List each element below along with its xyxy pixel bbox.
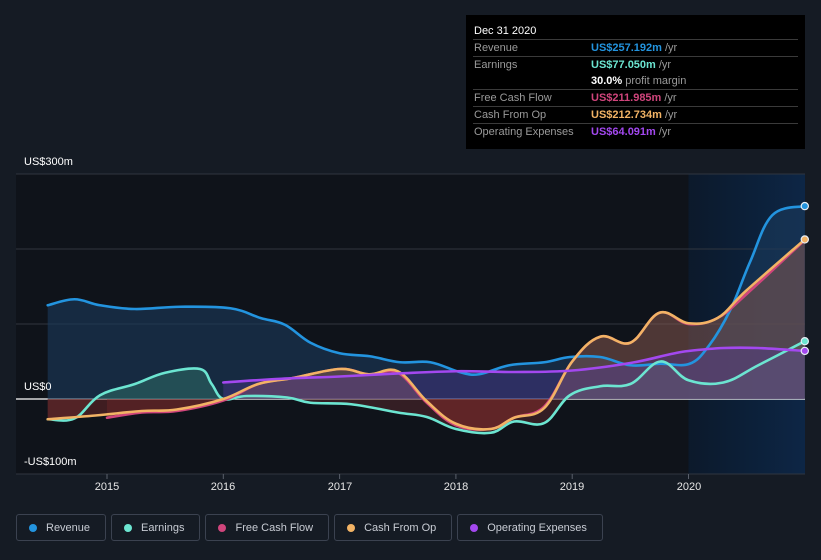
operating-expenses-dot-icon xyxy=(470,523,479,532)
tooltip-value: US$77.050m xyxy=(591,59,656,71)
tooltip-unit: /yr xyxy=(658,126,672,138)
earnings-end-marker xyxy=(800,337,810,346)
x-tick-label-2019: 2019 xyxy=(559,481,585,493)
legend: Revenue Earnings Free Cash Flow Cash Fro… xyxy=(16,514,603,541)
x-tick-label-2016: 2016 xyxy=(210,481,236,493)
legend-label: Earnings xyxy=(141,521,185,534)
tooltip-label: Earnings xyxy=(474,59,518,71)
tooltip-row-revenue: Revenue US$257.192m /yr xyxy=(473,39,798,56)
y-tick-label-minus-100: -US$100m xyxy=(24,456,77,468)
operating-expenses-end-marker xyxy=(800,346,810,356)
y-tick-label-0: US$0 xyxy=(24,381,52,393)
tooltip-unit: /yr xyxy=(664,42,678,54)
tooltip: Dec 31 2020 Revenue US$257.192m /yr Earn… xyxy=(466,15,805,149)
tooltip-value: US$64.091m xyxy=(591,126,656,138)
tooltip-label: Revenue xyxy=(474,42,519,54)
tooltip-label: Free Cash Flow xyxy=(474,92,552,104)
earnings-dot-icon xyxy=(124,523,133,532)
legend-item-cash-from-op[interactable]: Cash From Op xyxy=(334,514,453,541)
x-tick-label-2017: 2017 xyxy=(327,481,353,493)
tooltip-date: Dec 31 2020 xyxy=(474,25,537,37)
tooltip-unit: /yr xyxy=(658,59,672,71)
tooltip-value: 30.0% xyxy=(591,75,623,87)
tooltip-row-operating-expenses: Operating Expenses US$64.091m /yr xyxy=(473,123,798,140)
revenue-dot-icon xyxy=(29,523,37,532)
tooltip-row-free-cash-flow: Free Cash Flow US$211.985m /yr xyxy=(473,89,798,106)
tooltip-value: US$212.734m xyxy=(591,109,662,121)
cash-from-op-dot-icon xyxy=(347,523,356,532)
tooltip-unit: /yr xyxy=(664,109,678,121)
revenue-end-marker xyxy=(800,201,810,211)
cash-from-op-end-marker xyxy=(800,235,810,244)
x-tick-label-2018: 2018 xyxy=(443,481,469,493)
y-tick-label-300: US$300m xyxy=(24,156,73,168)
legend-label: Revenue xyxy=(46,521,91,534)
tooltip-label: Cash From Op xyxy=(474,109,547,121)
tooltip-unit: profit margin xyxy=(625,75,687,87)
tooltip-value: US$211.985m xyxy=(591,92,662,104)
legend-label: Cash From Op xyxy=(364,521,437,534)
legend-item-free-cash-flow[interactable]: Free Cash Flow xyxy=(205,514,330,541)
legend-item-operating-expenses[interactable]: Operating Expenses xyxy=(457,514,603,541)
legend-item-revenue[interactable]: Revenue xyxy=(16,514,107,541)
tooltip-row-profit-margin: 30.0% profit margin xyxy=(473,73,798,89)
x-tick-label-2015: 2015 xyxy=(94,481,120,493)
legend-label: Operating Expenses xyxy=(487,521,587,534)
tooltip-row-cash-from-op: Cash From Op US$212.734m /yr xyxy=(473,106,798,123)
tooltip-value: US$257.192m xyxy=(591,42,662,54)
tooltip-label: Operating Expenses xyxy=(474,126,574,138)
free-cash-flow-dot-icon xyxy=(218,523,227,532)
legend-item-earnings[interactable]: Earnings xyxy=(111,514,201,541)
tooltip-row-earnings: Earnings US$77.050m /yr xyxy=(473,56,798,73)
tooltip-unit: /yr xyxy=(664,92,677,104)
x-tick-label-2020: 2020 xyxy=(676,481,702,493)
legend-label: Free Cash Flow xyxy=(235,521,314,534)
tooltip-label xyxy=(473,73,591,89)
